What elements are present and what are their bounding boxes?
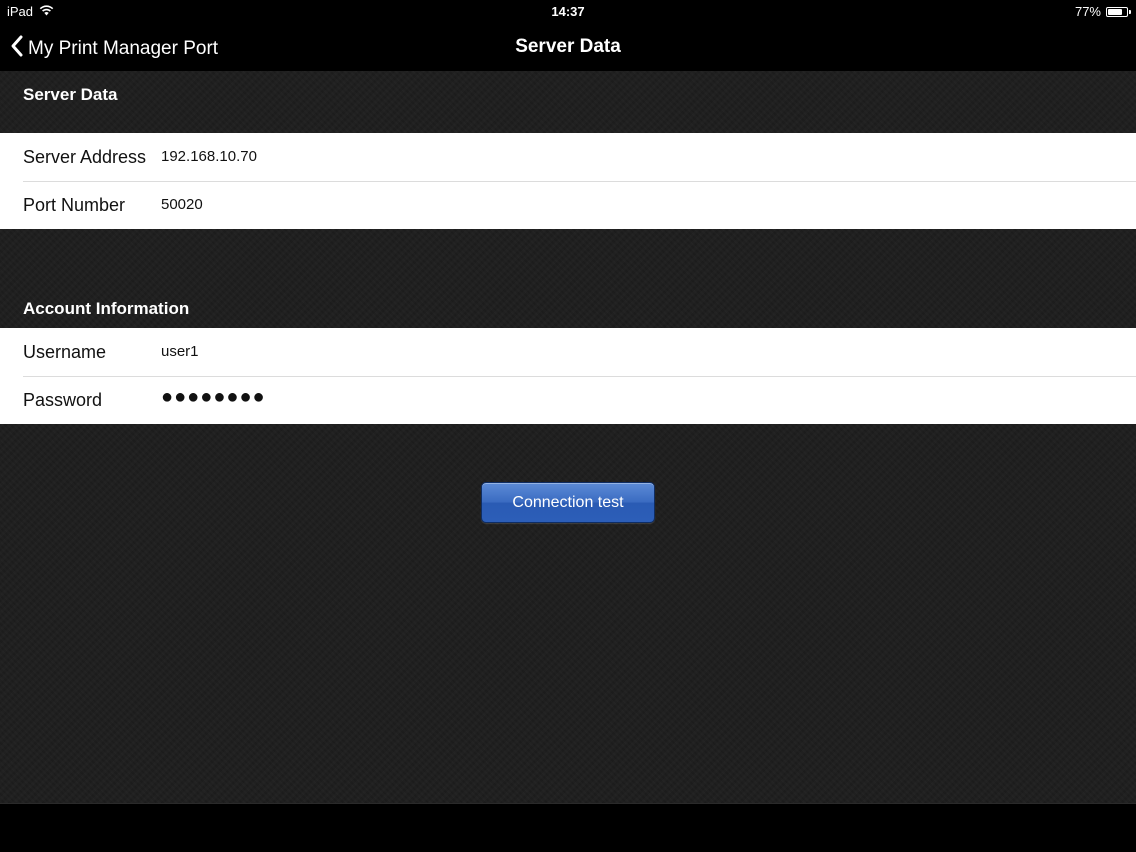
status-right: 77% <box>1074 4 1131 19</box>
port-number-field[interactable]: 50020 <box>161 196 1061 213</box>
account-information-group: Username user1 Password ●●●●●●●● <box>0 328 1136 424</box>
server-address-row[interactable]: Server Address 192.168.10.70 <box>0 133 1136 181</box>
bottom-toolbar <box>0 803 1136 852</box>
password-field[interactable]: ●●●●●●●● <box>161 386 1061 409</box>
server-data-group: Server Address 192.168.10.70 Port Number… <box>0 133 1136 229</box>
page-title: Server Data <box>515 36 621 57</box>
section-header-server-data: Server Data <box>23 85 118 104</box>
password-label: Password <box>23 390 103 410</box>
server-address-field[interactable]: 192.168.10.70 <box>161 148 1061 165</box>
username-field[interactable]: user1 <box>161 343 1061 360</box>
screen: iPad 14:37 77% My Print Manager Port Ser… <box>0 0 1136 852</box>
status-bar: iPad 14:37 77% <box>0 0 1136 22</box>
status-time: 14:37 <box>551 4 585 19</box>
battery-percent: 77% <box>1074 4 1101 19</box>
connection-test-button[interactable]: Connection test <box>481 482 655 523</box>
section-header-account-information: Account Information <box>23 299 190 318</box>
battery-tip <box>1129 9 1131 14</box>
username-label: Username <box>23 342 107 362</box>
port-number-label: Port Number <box>23 195 126 215</box>
battery-icon <box>1106 6 1131 17</box>
navigation-bar: My Print Manager Port Server Data <box>0 22 1136 71</box>
battery-fill <box>1108 8 1122 15</box>
server-address-label: Server Address <box>23 147 147 167</box>
port-number-row[interactable]: Port Number 50020 <box>0 181 1136 229</box>
username-row[interactable]: Username user1 <box>0 328 1136 376</box>
content-area: Server Data Server Address 192.168.10.70… <box>0 71 1136 803</box>
password-row[interactable]: Password ●●●●●●●● <box>0 376 1136 424</box>
